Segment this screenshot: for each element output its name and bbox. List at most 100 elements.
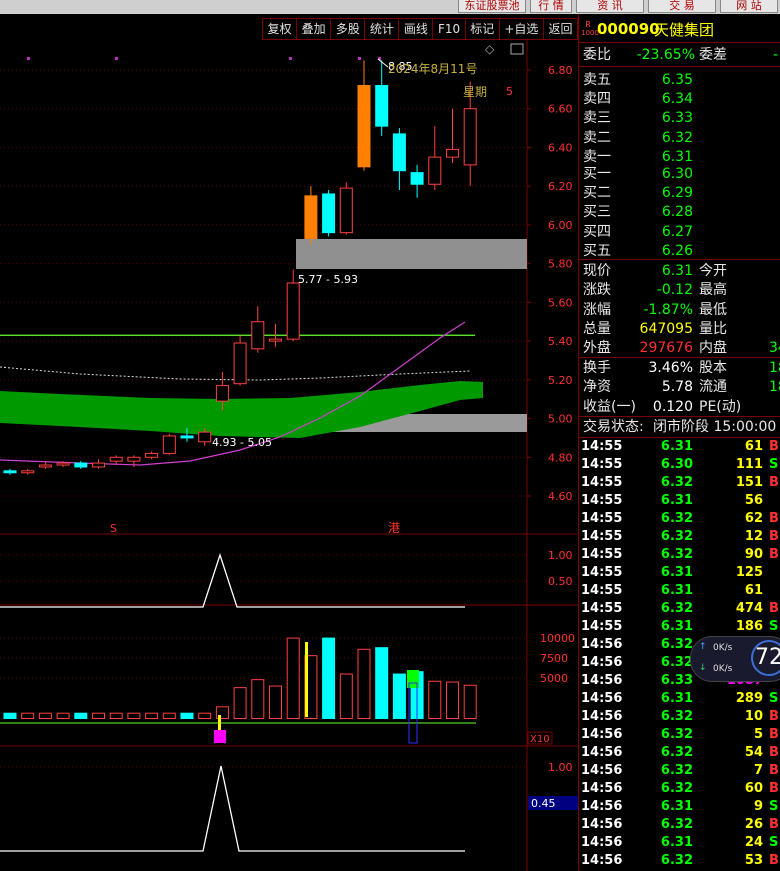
tick-direction: S [769, 799, 779, 814]
tick-direction: B [769, 439, 779, 454]
top-nav-4[interactable]: 网 站 [720, 0, 778, 13]
tick-direction: B [769, 529, 779, 544]
stat-label-2: 今开 [699, 263, 727, 279]
bid-price: 6.29 [661, 185, 693, 202]
price-tick-label: 6.40 [548, 141, 573, 154]
weibi-row: 委比 -23.65% 委差 - [583, 46, 780, 65]
toolbar-button-6[interactable]: 标记 [466, 19, 500, 39]
tick-time: 14:55 [581, 583, 623, 598]
tick-time: 14:55 [581, 457, 623, 472]
toolbar-button-1[interactable]: 叠加 [297, 19, 332, 39]
badge-num: 1000 [581, 29, 599, 37]
toolbar-button-2[interactable]: 多股 [331, 19, 366, 39]
tick-volume: 5 [753, 727, 763, 742]
tick-volume: 60 [744, 781, 763, 796]
stat-label: 换手 [583, 360, 611, 376]
candle-body [92, 462, 105, 468]
price-tick-label: 4.80 [548, 451, 573, 464]
tick-time: 14:55 [581, 493, 623, 508]
stat-label-2: 内盘 [699, 340, 727, 357]
volume-bar [92, 712, 105, 719]
vol-tick-label: 7500 [540, 652, 568, 665]
toolbar-button-8[interactable]: 返回 [544, 19, 577, 39]
tick-direction: S [769, 619, 779, 634]
bid-label: 买一 [583, 166, 611, 182]
tick-volume: 54 [744, 745, 763, 760]
toolbar-button-0[interactable]: 复权 [263, 19, 298, 39]
stat-label-2: 最低 [699, 301, 727, 318]
volume-bar [38, 712, 52, 719]
volume-bar [109, 712, 123, 719]
ask-label: 卖四 [583, 91, 611, 108]
tick-time: 14:55 [581, 619, 623, 634]
tick-time: 14:56 [581, 781, 623, 796]
tick-time: 14:55 [581, 475, 623, 490]
volume-bar [446, 681, 459, 719]
candle-body [180, 435, 194, 439]
stat-label: 涨幅 [583, 301, 611, 318]
tick-direction: S [769, 835, 779, 850]
candle-body [463, 108, 477, 166]
volume-bar [286, 637, 300, 719]
window-toggle-icon [510, 43, 524, 55]
volume-bar [233, 687, 247, 719]
network-speed-widget[interactable]: ↑ 0K/s ↓ 0K/s 72 [690, 636, 780, 682]
tick-price: 6.32 [660, 601, 693, 616]
tick-volume: 151 [735, 475, 763, 490]
tick-price: 6.31 [660, 835, 693, 850]
candle-body [410, 172, 424, 185]
download-speed: 0K/s [713, 664, 733, 674]
weicha-label: 委差 [699, 47, 727, 63]
vol-unit-label: X10 [530, 734, 550, 745]
tick-time: 14:56 [581, 745, 623, 760]
stat-row: 总量 647095 量比 [583, 320, 780, 339]
tick-direction: B [769, 853, 779, 868]
tick-price: 6.31 [660, 565, 693, 580]
tick-time: 14:56 [581, 655, 623, 670]
top-nav-1[interactable]: 行 情 [530, 0, 572, 13]
tick-volume: 53 [744, 853, 763, 868]
toolbar-button-7[interactable]: +自选 [500, 19, 544, 39]
upload-speed: 0K/s [713, 643, 733, 653]
download-arrow-icon: ↓ [699, 663, 707, 673]
bid-label: 买二 [583, 185, 611, 202]
stat-row: 换手 3.46% 股本 18 [583, 359, 780, 378]
candle-body [56, 462, 70, 466]
cycle-icon: ◇ [485, 42, 495, 56]
tick-direction: B [769, 817, 779, 832]
price-tick-label: 6.00 [548, 219, 573, 232]
tick-direction: S [769, 457, 779, 472]
kline-chart[interactable]: 6.80 6.60 6.40 6.20 6.00 5.80 5.60 5.40 5.20 5.00… [0, 40, 578, 871]
tick-direction: B [769, 547, 779, 562]
price-tick-label: 5.20 [548, 374, 573, 387]
tick-time: 14:56 [581, 853, 623, 868]
stat-label: 涨跌 [583, 282, 611, 299]
resistance-box [296, 239, 527, 269]
candle-body [357, 84, 371, 168]
tick-volume: 61 [744, 439, 763, 454]
trade-status-value: 闭市阶段 15:00:00 [653, 419, 777, 435]
stat-value-2: 18 [769, 379, 780, 396]
top-nav-0[interactable]: 东证股票池 [458, 0, 526, 13]
toolbar-button-5[interactable]: F10 [433, 19, 466, 39]
candle-body [74, 462, 88, 468]
weicha-value: - [773, 47, 779, 63]
tick-time: 14:55 [581, 565, 623, 580]
candle-body [215, 385, 229, 402]
bid-label: 买三 [583, 204, 611, 221]
stat-label: 净资 [583, 379, 611, 396]
tick-price: 6.31 [660, 799, 693, 814]
tick-price: 6.31 [660, 583, 693, 598]
tick-direction: B [769, 511, 779, 526]
volume-highlight-bar [214, 730, 226, 743]
badge-r: R [585, 20, 591, 29]
price-tick-label: 5.40 [548, 335, 573, 348]
toolbar-button-3[interactable]: 统计 [365, 19, 400, 39]
candle-body [21, 470, 35, 474]
stat-label-2: PE(动) [699, 398, 742, 415]
sub1-tick-label: 1.00 [548, 549, 573, 562]
volume-bar [145, 712, 159, 719]
toolbar-button-4[interactable]: 画线 [399, 19, 434, 39]
top-nav-3[interactable]: 交 易 [648, 0, 716, 13]
top-nav-2[interactable]: 资 讯 [576, 0, 644, 13]
